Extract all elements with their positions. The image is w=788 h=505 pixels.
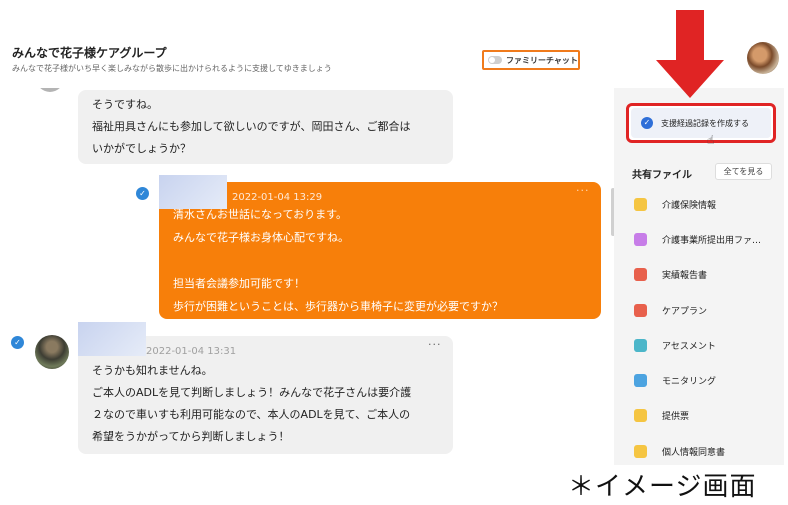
- file-item[interactable]: アセスメント: [634, 335, 782, 355]
- group-description: みんなで花子様がいち早く楽しみながら散歩に出かけられるように支援してゆきましょう: [12, 64, 332, 73]
- create-support-record-button[interactable]: ✓ 支援経過記録を作成する: [631, 108, 771, 138]
- group-name: みんなで花子様ケアグループ: [12, 46, 167, 60]
- plan-icon: [634, 303, 647, 317]
- hand-cursor-icon: ☝: [707, 133, 715, 147]
- message-timestamp: 2022-01-04 13:31: [146, 346, 237, 357]
- check-icon: ✓: [136, 187, 149, 200]
- message-line: そうですね。: [92, 98, 158, 111]
- family-chat-label: ファミリーチャット: [506, 55, 578, 65]
- message-line: [173, 250, 587, 273]
- file-label: 個人情報同意書: [662, 447, 726, 458]
- file-label: 介護保険情報: [662, 200, 717, 211]
- file-item[interactable]: 実績報告書: [634, 264, 782, 284]
- chart-icon: [634, 232, 647, 246]
- message-line: 歩行が困難ということは、歩行器から車椅子に変更が必要ですか？: [173, 300, 503, 313]
- file-label: ケアプラン: [662, 306, 708, 317]
- app-window: みんなで花子様ケアグループ みんなで花子様がいち早く楽しみながら散歩に出かけられ…: [0, 40, 784, 465]
- assessment-icon: [634, 338, 647, 352]
- message-bubble: そうですね。 福祉用具さんにも参加して欲しいのですが、岡田さん、ご都合は いかが…: [78, 90, 453, 164]
- sidebar: ✓ 支援経過記録を作成する ☝ 共有ファイル 全てを見る 介護保険情報 介護事業…: [618, 88, 784, 465]
- check-icon: ✓: [641, 117, 653, 129]
- sheet-icon: [634, 408, 647, 422]
- message-line: 担当者会議参加可能です！: [173, 277, 305, 290]
- more-options-icon[interactable]: ···: [428, 338, 442, 351]
- file-item[interactable]: ケアプラン: [634, 300, 782, 320]
- message-line: 清水さんお世話になっております。: [173, 208, 348, 221]
- avatar: [36, 88, 64, 92]
- file-label: モニタリング: [662, 376, 717, 387]
- file-label: 介護事業所提出用ファ…: [662, 235, 762, 246]
- toggle-switch-icon[interactable]: [488, 56, 502, 64]
- file-item[interactable]: 介護事業所提出用ファ…: [634, 229, 782, 249]
- avatar[interactable]: [35, 335, 69, 369]
- message-line: みんなで花子様お身体心配ですね。: [173, 231, 349, 244]
- sender-name-redacted: [78, 322, 146, 356]
- file-item[interactable]: 個人情報同意書: [634, 441, 782, 461]
- see-all-button[interactable]: 全てを見る: [715, 163, 772, 180]
- message-line: ご本人のADLを見て判断しましょう！みんなで花子さんは要介護: [92, 386, 412, 399]
- file-label: アセスメント: [662, 341, 716, 352]
- sender-name-redacted: [159, 175, 227, 209]
- consent-icon: [634, 444, 647, 458]
- message-timestamp: 2022-01-04 13:29: [232, 192, 323, 203]
- message-line: 希望をうかがってから判断しましょう！: [92, 430, 290, 443]
- report-icon: [634, 267, 647, 281]
- chat-area: そうですね。 福祉用具さんにも参加して欲しいのですが、岡田さん、ご都合は いかが…: [0, 88, 614, 465]
- check-icon: ✓: [11, 336, 24, 349]
- monitoring-icon: [634, 373, 647, 387]
- message-line: いかがでしょうか？: [92, 142, 191, 155]
- shared-files-title: 共有ファイル: [632, 170, 692, 181]
- family-chat-toggle[interactable]: ファミリーチャット: [482, 50, 580, 70]
- file-item[interactable]: 提供票: [634, 405, 782, 425]
- file-label: 実績報告書: [662, 270, 708, 281]
- file-label: 提供票: [662, 411, 690, 422]
- message-line: ２なので車いすも利用可能なので、本人のADLを見て、ご本人の: [92, 408, 411, 421]
- message-line: そうかも知れませんね。: [92, 364, 213, 377]
- more-options-icon[interactable]: ···: [576, 184, 590, 197]
- chat-scrollbar[interactable]: [611, 188, 614, 236]
- highlight-box: ✓ 支援経過記録を作成する ☝: [626, 103, 776, 147]
- file-item[interactable]: 介護保険情報: [634, 194, 782, 214]
- create-support-record-label: 支援経過記録を作成する: [661, 118, 749, 128]
- image-caption: ＊イメージ画面: [568, 472, 757, 502]
- pointer-arrow-icon: [656, 10, 724, 98]
- file-item[interactable]: モニタリング: [634, 370, 782, 390]
- document-icon: [634, 197, 647, 211]
- message-line: 福祉用具さんにも参加して欲しいのですが、岡田さん、ご都合は: [92, 120, 411, 133]
- user-avatar[interactable]: [747, 42, 779, 74]
